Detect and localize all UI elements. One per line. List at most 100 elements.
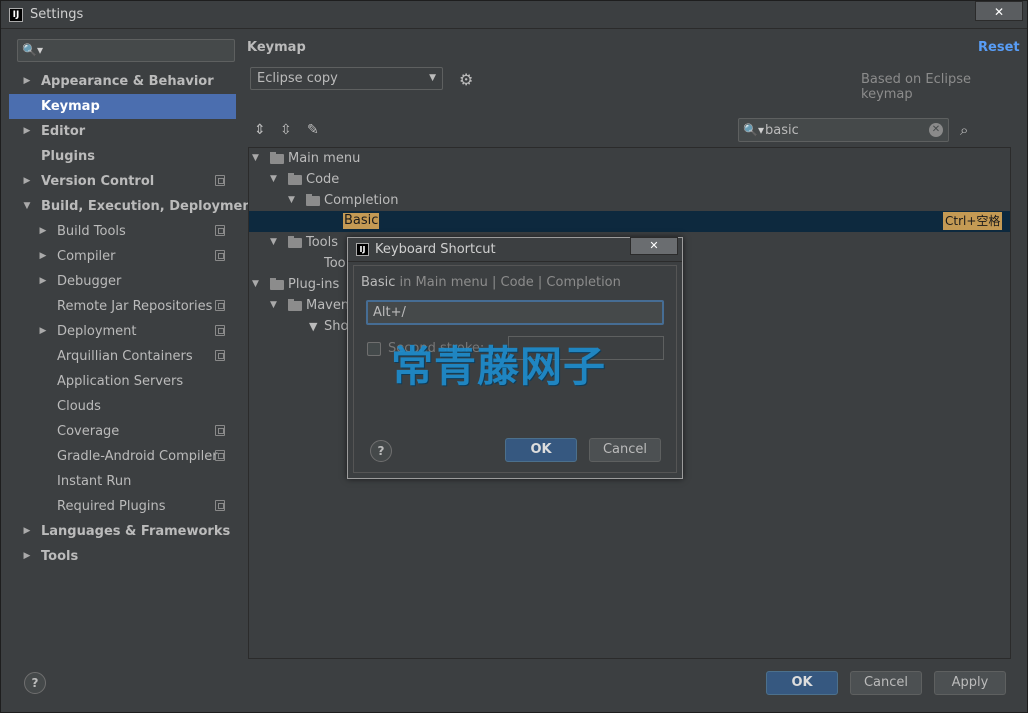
settings-window: IJ Settings ✕ 🔍▾ ▶ Appearance & Behavior K… — [0, 0, 1028, 713]
dialog-help-button[interactable]: ? — [370, 440, 392, 462]
sidebar-item[interactable]: ▼ Build, Execution, Deployment — [9, 194, 258, 219]
project-scope-icon — [215, 175, 225, 186]
sidebar-item[interactable]: Instant Run — [9, 469, 236, 494]
keymap-action-label: Basic — [343, 213, 380, 229]
expand-all-icon[interactable]: ⇕ — [254, 122, 266, 138]
search-icon: 🔍▾ — [22, 43, 43, 57]
chevron-right-icon[interactable]: ▶ — [21, 69, 33, 94]
sidebar-item[interactable]: ▶ Tools — [9, 544, 236, 569]
chevron-down-icon[interactable]: ▼ — [270, 295, 277, 316]
chevron-right-icon[interactable]: ▶ — [21, 169, 33, 194]
sidebar-item[interactable]: ▶ Debugger — [9, 269, 236, 294]
keymap-tree-row[interactable]: ▼ Code — [249, 169, 1010, 190]
folder-icon — [270, 278, 284, 290]
sidebar-item[interactable]: ▶ Appearance & Behavior — [9, 69, 236, 94]
chevron-down-icon[interactable]: ▼ — [21, 194, 33, 219]
settings-search-input[interactable]: 🔍▾ — [17, 39, 235, 62]
keymap-tree-row[interactable]: ▼ Main menu — [249, 148, 1010, 169]
sidebar-item[interactable]: ▶ Compiler — [9, 244, 236, 269]
collapse-all-icon[interactable]: ⇳ — [280, 122, 292, 138]
keymap-tree-row[interactable]: Basic Ctrl+空格 — [249, 211, 1010, 232]
chevron-down-icon[interactable]: ▼ — [252, 148, 259, 169]
reset-link[interactable]: Reset — [978, 40, 1020, 55]
based-on-label: Based on Eclipse keymap — [861, 72, 971, 102]
action-name: Basic — [361, 275, 396, 290]
project-scope-icon — [215, 350, 225, 361]
gear-icon[interactable]: ⚙ — [459, 70, 473, 89]
keymap-action-label: Sho — [324, 319, 349, 334]
cancel-button[interactable]: Cancel — [850, 671, 922, 695]
edit-icon[interactable]: ✎ — [307, 122, 319, 138]
chevron-right-icon[interactable]: ▶ — [21, 119, 33, 144]
chevron-right-icon[interactable]: ▶ — [37, 319, 49, 344]
sidebar-item[interactable]: ▶ Build Tools — [9, 219, 236, 244]
apply-button[interactable]: Apply — [934, 671, 1006, 695]
chevron-down-icon[interactable]: ▼ — [270, 232, 277, 253]
dialog-title-bar: IJ Keyboard Shortcut ✕ — [348, 237, 682, 262]
intellij-icon: IJ — [356, 243, 369, 256]
sidebar-item-label: Deployment — [57, 324, 137, 339]
chevron-right-icon[interactable]: ▶ — [21, 519, 33, 544]
sidebar-item-label: Remote Jar Repositories — [57, 299, 213, 314]
sidebar-item-label: Debugger — [57, 274, 122, 289]
sidebar-item[interactable]: Remote Jar Repositories — [9, 294, 236, 319]
ok-button[interactable]: OK — [766, 671, 838, 695]
keymap-scheme-dropdown[interactable]: Eclipse copy ▼ — [250, 67, 443, 90]
dialog-ok-button[interactable]: OK — [505, 438, 577, 462]
title-bar: IJ Settings ✕ — [1, 1, 1027, 29]
second-stroke-checkbox[interactable] — [367, 342, 381, 356]
sidebar-item[interactable]: Gradle-Android Compiler — [9, 444, 236, 469]
sidebar-item[interactable]: Required Plugins — [9, 494, 236, 519]
sidebar-item-label: Appearance & Behavior — [41, 74, 214, 89]
second-stroke-input[interactable] — [508, 336, 664, 360]
chevron-right-icon[interactable]: ▶ — [37, 219, 49, 244]
sidebar-item-label: Version Control — [41, 174, 155, 189]
intellij-icon: IJ — [9, 8, 23, 22]
dialog-cancel-button[interactable]: Cancel — [589, 438, 661, 462]
dialog-close-button[interactable]: ✕ — [630, 237, 678, 255]
chevron-down-icon[interactable]: ▼ — [270, 169, 277, 190]
project-scope-icon — [215, 425, 225, 436]
dialog-title: Keyboard Shortcut — [375, 242, 496, 257]
sidebar-item[interactable]: Keymap — [9, 94, 236, 119]
chevron-down-icon[interactable]: ▼ — [288, 190, 295, 211]
sidebar-item-label: Coverage — [57, 424, 120, 439]
find-shortcut-icon[interactable]: ⌕ — [960, 121, 968, 139]
sidebar-item[interactable]: ▶ Deployment — [9, 319, 236, 344]
sidebar-item-label: Instant Run — [57, 474, 132, 489]
sidebar-item[interactable]: Coverage — [9, 419, 236, 444]
folder-icon — [288, 299, 302, 311]
sidebar-item[interactable]: ▶ Editor — [9, 119, 236, 144]
help-button[interactable]: ? — [24, 672, 46, 694]
chevron-right-icon[interactable]: ▶ — [21, 544, 33, 569]
second-stroke-label: Second stroke: — [388, 341, 485, 356]
sidebar-item-label: Keymap — [41, 99, 100, 114]
folder-icon — [288, 173, 302, 185]
sidebar-item[interactable]: ▶ Version Control — [9, 169, 236, 194]
sidebar-item[interactable]: Plugins — [9, 144, 236, 169]
keymap-tree-row[interactable]: ▼ Completion — [249, 190, 1010, 211]
chevron-right-icon[interactable]: ▶ — [37, 269, 49, 294]
sidebar-item[interactable]: ▶ Languages & Frameworks — [9, 519, 236, 544]
keymap-action-label: Maven — [306, 298, 350, 313]
project-scope-icon — [215, 325, 225, 336]
chevron-down-icon[interactable]: ▼ — [252, 274, 259, 295]
sidebar-item[interactable]: Application Servers — [9, 369, 236, 394]
first-stroke-input[interactable]: Alt+/ — [366, 300, 664, 325]
keymap-action-label: Code — [306, 172, 340, 187]
keymap-action-label: Too — [324, 256, 346, 271]
close-button[interactable]: ✕ — [975, 1, 1023, 21]
clear-icon[interactable]: ✕ — [929, 123, 943, 137]
keymap-action-label: Completion — [324, 193, 399, 208]
project-scope-icon — [215, 450, 225, 461]
keymap-filter-input[interactable]: 🔍▾ basic ✕ — [738, 118, 949, 142]
chevron-right-icon[interactable]: ▶ — [37, 244, 49, 269]
window-title: Settings — [30, 7, 84, 22]
sidebar-item[interactable]: Clouds — [9, 394, 236, 419]
sidebar-item[interactable]: Arquillian Containers — [9, 344, 236, 369]
page-title: Keymap — [247, 40, 306, 55]
keymap-scheme-value: Eclipse copy — [257, 71, 338, 86]
settings-sidebar: 🔍▾ ▶ Appearance & Behavior Keymap ▶ Editor Pl… — [9, 37, 258, 659]
sidebar-item-label: Editor — [41, 124, 86, 139]
action-location: in Main menu | Code | Completion — [395, 275, 621, 290]
